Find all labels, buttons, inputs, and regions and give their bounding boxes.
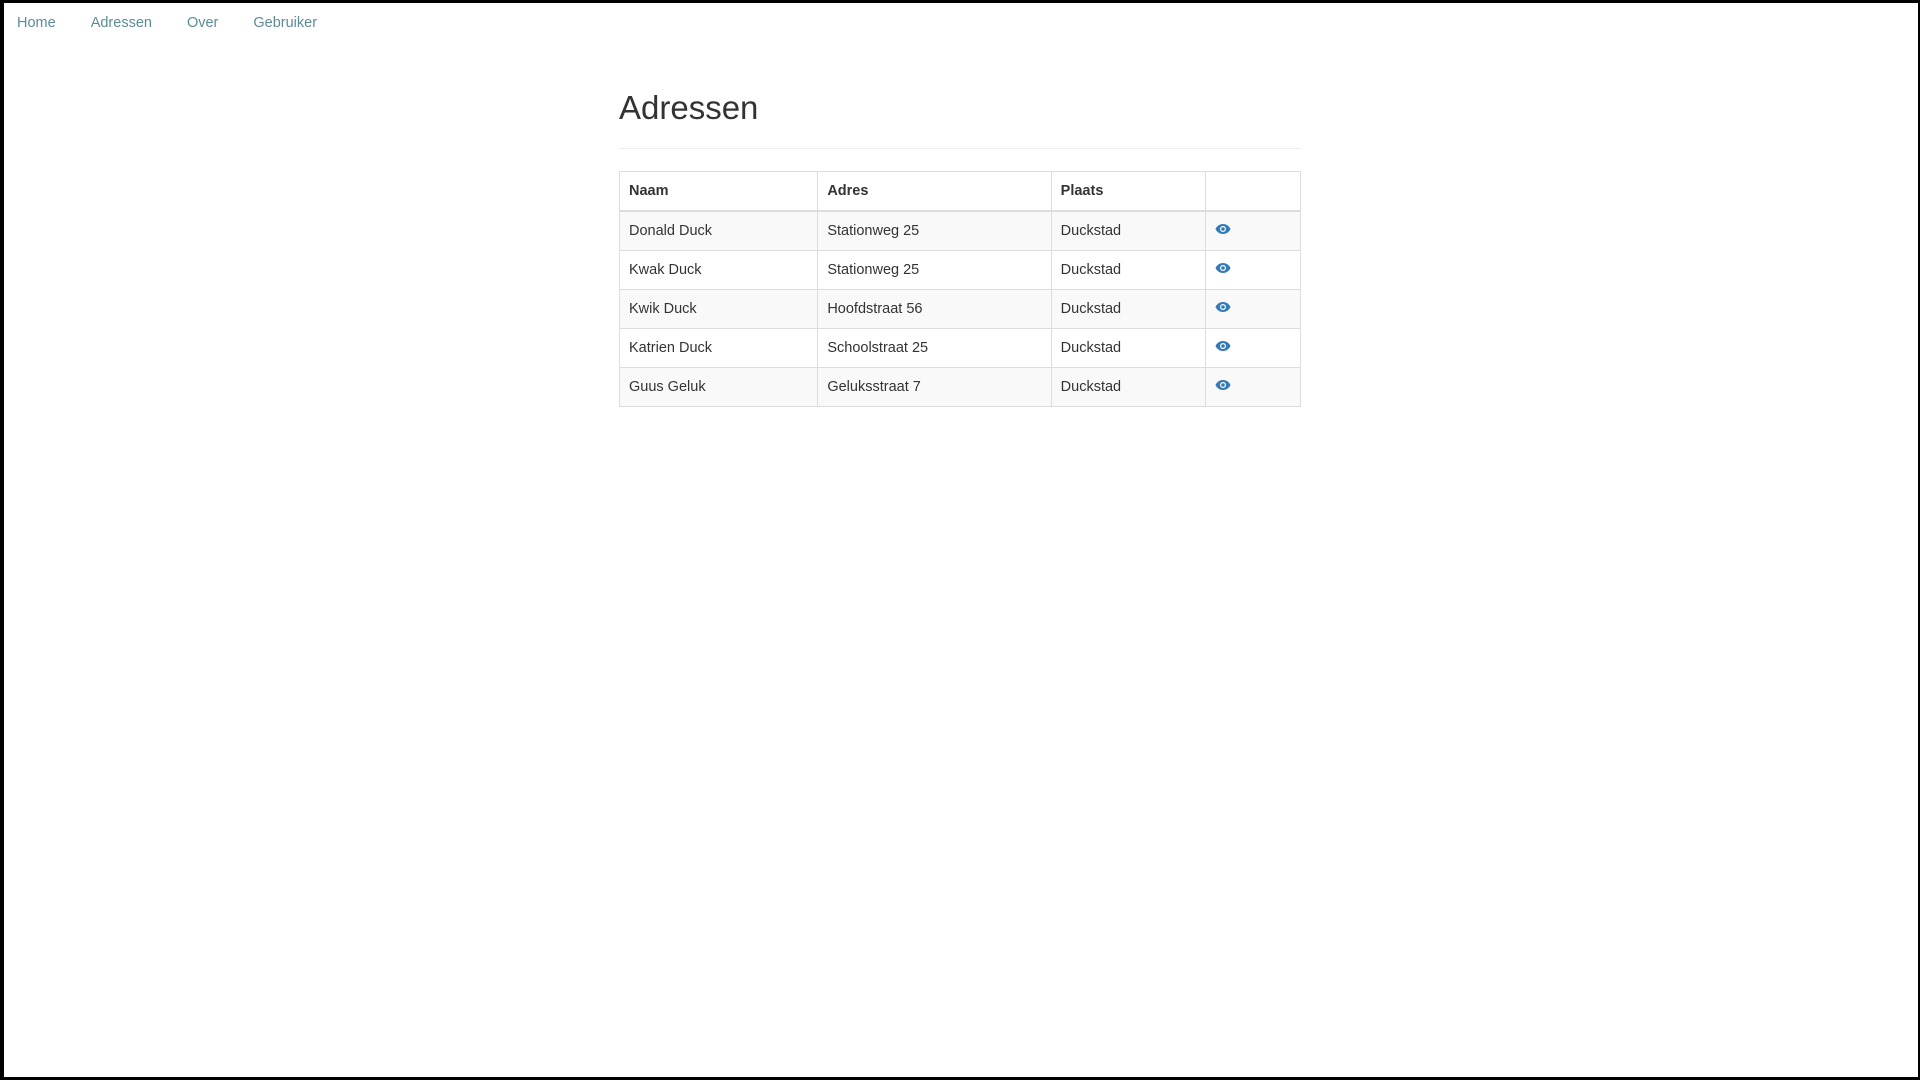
cell-actie bbox=[1205, 367, 1301, 407]
cell-actie bbox=[1205, 328, 1301, 368]
cell-naam: Katrien Duck bbox=[618, 328, 819, 368]
cell-naam: Donald Duck bbox=[618, 210, 819, 251]
column-header-naam: Naam bbox=[618, 171, 819, 212]
cell-plaats: Duckstad bbox=[1050, 289, 1207, 329]
nav-link-home[interactable]: Home bbox=[17, 14, 56, 32]
table-row: Kwak Duck Stationweg 25 Duckstad bbox=[618, 250, 1301, 290]
cell-actie bbox=[1205, 250, 1301, 290]
eye-icon[interactable] bbox=[1215, 223, 1231, 235]
column-header-actie bbox=[1205, 171, 1301, 212]
eye-icon[interactable] bbox=[1215, 340, 1231, 352]
cell-adres: Hoofdstraat 56 bbox=[817, 289, 1052, 329]
cell-adres: Schoolstraat 25 bbox=[817, 328, 1052, 368]
cell-adres: Stationweg 25 bbox=[817, 210, 1052, 251]
table-row: Guus Geluk Geluksstraat 7 Duckstad bbox=[618, 367, 1301, 407]
top-navbar: Home Adressen Over Gebruiker bbox=[17, 14, 352, 32]
nav-link-adressen[interactable]: Adressen bbox=[91, 14, 152, 32]
nav-link-gebruiker[interactable]: Gebruiker bbox=[253, 14, 317, 32]
cell-plaats: Duckstad bbox=[1050, 250, 1207, 290]
cell-naam: Kwak Duck bbox=[618, 250, 819, 290]
cell-plaats: Duckstad bbox=[1050, 210, 1207, 251]
table-row: Katrien Duck Schoolstraat 25 Duckstad bbox=[618, 328, 1301, 368]
eye-icon[interactable] bbox=[1215, 262, 1231, 274]
table-header: Naam Adres Plaats bbox=[618, 171, 1301, 212]
page-title: Adressen bbox=[619, 89, 759, 126]
table-row: Donald Duck Stationweg 25 Duckstad bbox=[618, 210, 1301, 251]
column-header-plaats: Plaats bbox=[1050, 171, 1207, 212]
table-body: Donald Duck Stationweg 25 Duckstad Kwak … bbox=[618, 210, 1301, 407]
addresses-table: Naam Adres Plaats Donald Duck Stationweg… bbox=[618, 171, 1301, 407]
cell-plaats: Duckstad bbox=[1050, 367, 1207, 407]
cell-adres: Geluksstraat 7 bbox=[817, 367, 1052, 407]
cell-adres: Stationweg 25 bbox=[817, 250, 1052, 290]
cell-actie bbox=[1205, 210, 1301, 251]
table-row: Kwik Duck Hoofdstraat 56 Duckstad bbox=[618, 289, 1301, 329]
table-header-row: Naam Adres Plaats bbox=[618, 171, 1301, 212]
cell-naam: Kwik Duck bbox=[618, 289, 819, 329]
eye-icon[interactable] bbox=[1215, 301, 1231, 313]
main-content: Adressen Naam Adres Plaats Donald Duck S… bbox=[618, 82, 1301, 407]
column-header-adres: Adres bbox=[817, 171, 1052, 212]
cell-plaats: Duckstad bbox=[1050, 328, 1207, 368]
title-divider bbox=[619, 148, 1301, 149]
cell-actie bbox=[1205, 289, 1301, 329]
cell-naam: Guus Geluk bbox=[618, 367, 819, 407]
eye-icon[interactable] bbox=[1215, 379, 1231, 391]
nav-link-over[interactable]: Over bbox=[187, 14, 218, 32]
